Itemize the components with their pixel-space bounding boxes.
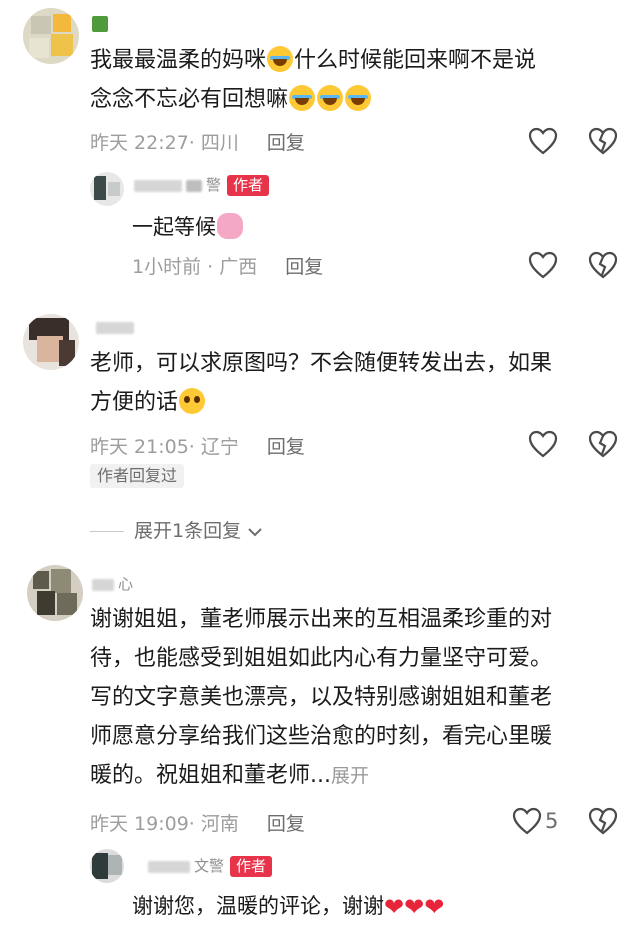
comment-text-part: 方便的话 — [90, 390, 179, 415]
reply-user-name-text: 文警 — [194, 857, 225, 875]
expand-replies-label: 展开1条回复 — [134, 520, 242, 542]
expand-replies-button[interactable]: 展开1条回复 — [90, 516, 263, 543]
reply-text: 谢谢您，温暖的评论，谢谢❤❤❤ — [132, 887, 444, 927]
name-blurred — [92, 15, 108, 32]
user-name[interactable]: 心 — [92, 573, 133, 594]
comment-text-line: 暖的。祝姐姐和董老师... — [90, 763, 331, 788]
divider — [90, 531, 124, 532]
crying-emoji-icon — [267, 46, 294, 72]
reply-avatar[interactable] — [90, 849, 124, 883]
red-heart-emoji-icon: ❤ — [424, 893, 445, 921]
crying-emoji-icon — [345, 85, 372, 111]
comment-meta: 昨天 22:27· 四川 回复 — [90, 128, 305, 155]
comment-text: 我最最温柔的妈咪 什么时候能回来啊不是说 念念不忘必有回想嘛 — [90, 41, 620, 119]
like-icon[interactable] — [528, 127, 558, 155]
timestamp-location: 昨天 19:09· 河南 — [90, 813, 239, 835]
reply-text: 一起等候 — [132, 208, 244, 247]
timestamp-location: 昨天 21:05· 辽宁 — [90, 436, 239, 458]
user-name[interactable] — [92, 14, 108, 32]
comment-meta: 昨天 21:05· 辽宁 回复 — [90, 432, 305, 459]
comment-text-line: 谢谢姐姐，董老师展示出来的互相温柔珍重的对 — [90, 607, 553, 632]
author-badge: 作者 — [230, 856, 273, 877]
reply-user-name-text: 警 — [206, 176, 222, 194]
like-count: 5 — [545, 809, 559, 833]
reply-button[interactable]: 回复 — [267, 132, 305, 154]
reply-meta: 1小时前 · 广西 回复 — [132, 252, 323, 279]
comment-text-part: 我最最温柔的妈咪 — [90, 48, 267, 73]
like-icon[interactable] — [528, 430, 558, 458]
user-name-text: 心 — [118, 575, 134, 593]
comment-text: 老师，可以求原图吗？不会随便转发出去，如果 方便的话 — [90, 344, 625, 422]
reply-button[interactable]: 回复 — [267, 813, 305, 835]
hug-emoji-icon — [217, 213, 243, 239]
timestamp-location: 1小时前 · 广西 — [132, 256, 258, 278]
red-heart-emoji-icon: ❤ — [384, 893, 405, 921]
comment-text: 谢谢姐姐，董老师展示出来的互相温柔珍重的对 待，也能感受到姐姐如此内心有力量坚守… — [90, 600, 625, 796]
crying-emoji-icon — [317, 85, 344, 111]
comment-meta: 昨天 19:09· 河南 回复 — [90, 809, 305, 836]
comment-text-part: 念念不忘必有回想嘛 — [90, 87, 289, 112]
comment-text-part: 老师，可以求原图吗？不会随便转发出去，如果 — [90, 351, 553, 376]
dislike-icon[interactable] — [588, 251, 618, 279]
avatar[interactable] — [23, 314, 79, 370]
comment-3: 心 谢谢姐姐，董老师展示出来的互相温柔珍重的对 待，也能感受到姐姐如此内心有力量… — [0, 555, 640, 937]
author-replied-tag: 作者回复过 — [90, 464, 185, 488]
like-icon[interactable] — [512, 807, 542, 835]
reply-user-name[interactable]: 警作者 — [134, 174, 270, 196]
comment-text-line: 师愿意分享给我们这些治愈的时刻，看完心里暖 — [90, 724, 553, 749]
dislike-icon[interactable] — [588, 430, 618, 458]
dislike-icon[interactable] — [588, 807, 618, 835]
dislike-icon[interactable] — [588, 127, 618, 155]
reply-button[interactable]: 回复 — [285, 256, 323, 278]
reply-text-content: 谢谢您，温暖的评论，谢谢 — [132, 894, 384, 918]
reply-button[interactable]: 回复 — [267, 436, 305, 458]
like-icon[interactable] — [528, 251, 558, 279]
comment-text-part: 什么时候能回来啊不是说 — [294, 48, 537, 73]
reply-avatar[interactable] — [90, 172, 124, 206]
expand-text-button[interactable]: 展开 — [331, 765, 369, 787]
comment-1: 我最最温柔的妈咪 什么时候能回来啊不是说 念念不忘必有回想嘛 昨天 22:27· … — [0, 0, 640, 300]
crying-emoji-icon — [289, 85, 316, 111]
pleading-emoji-icon — [179, 388, 206, 414]
reply-user-name[interactable]: 文警 作者 — [148, 855, 273, 877]
comment-2: 老师，可以求原图吗？不会随便转发出去，如果 方便的话 昨天 21:05· 辽宁 回… — [0, 300, 640, 555]
red-heart-emoji-icon: ❤ — [404, 893, 425, 921]
author-badge: 作者 — [227, 175, 270, 196]
comment-text-line: 待，也能感受到姐姐如此内心有力量坚守可爱。 — [90, 646, 553, 671]
avatar[interactable] — [23, 8, 79, 64]
timestamp-location: 昨天 22:27· 四川 — [90, 132, 239, 154]
chevron-down-icon — [248, 527, 262, 536]
comment-text-line: 写的文字意美也漂亮，以及特别感谢姐姐和董老 — [90, 685, 553, 710]
user-name[interactable] — [96, 318, 138, 336]
reply-text-content: 一起等候 — [132, 215, 216, 239]
avatar[interactable] — [27, 565, 83, 621]
